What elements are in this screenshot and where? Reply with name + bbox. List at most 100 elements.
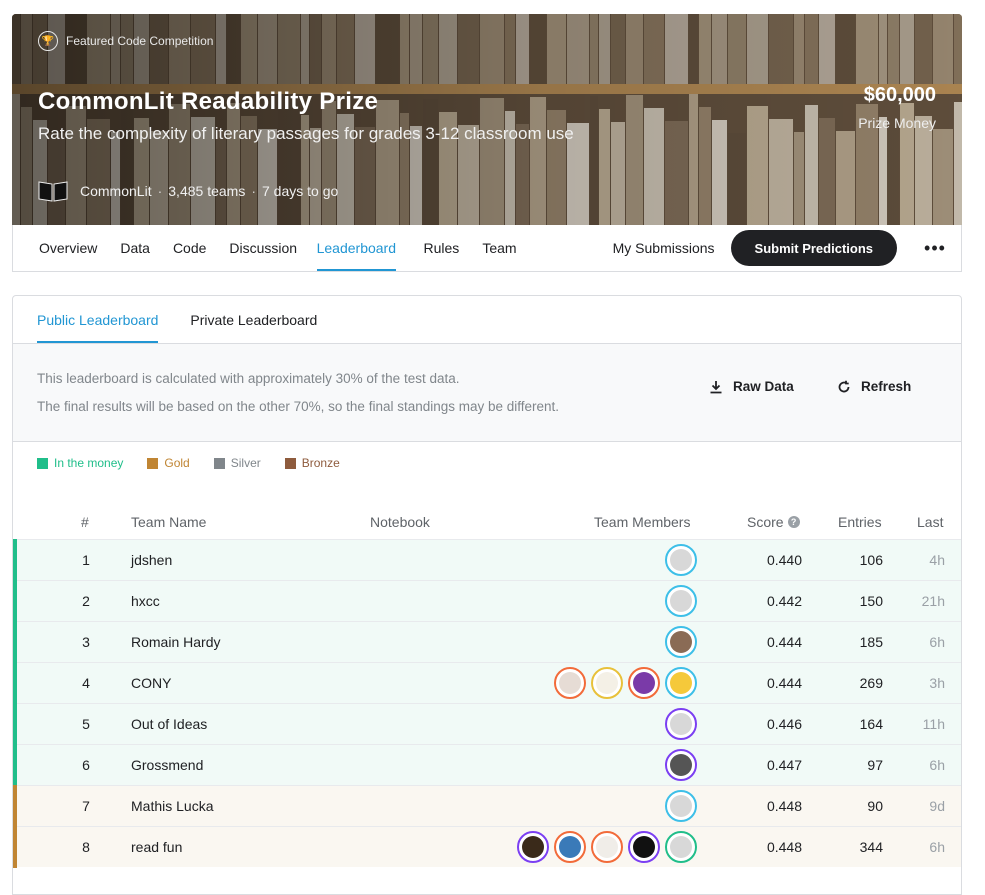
team-name-cell[interactable]: CONY xyxy=(131,675,171,691)
avatar[interactable] xyxy=(517,831,549,863)
rank-cell: 5 xyxy=(82,716,90,732)
avatar[interactable] xyxy=(591,831,623,863)
last-cell: 6h xyxy=(929,634,945,650)
avatar[interactable] xyxy=(554,831,586,863)
my-submissions-link[interactable]: My Submissions xyxy=(613,240,715,256)
tab-code[interactable]: Code xyxy=(161,225,217,271)
col-entries[interactable]: Entries xyxy=(838,514,882,530)
team-name-cell[interactable]: Out of Ideas xyxy=(131,716,207,732)
team-members-cell xyxy=(665,585,697,617)
tab-team[interactable]: Team xyxy=(471,225,528,271)
raw-data-button[interactable]: Raw Data xyxy=(709,379,794,394)
rank-cell: 8 xyxy=(82,839,90,855)
entries-cell: 185 xyxy=(859,634,883,650)
tier-indicator xyxy=(13,826,17,868)
team-members-cell xyxy=(665,790,697,822)
team-name-cell[interactable]: hxcc xyxy=(131,593,160,609)
table-row[interactable]: 6 Grossmend 0.447 97 6h xyxy=(13,744,961,786)
tier-indicator xyxy=(13,580,17,622)
competition-meta: CommonLit · 3,485 teams · 7 days to go xyxy=(38,180,338,202)
medal-legend: In the money Gold Silver Bronze xyxy=(13,456,961,470)
table-row[interactable]: 8 read fun 0.448 344 6h xyxy=(13,826,961,868)
refresh-button[interactable]: Refresh xyxy=(837,379,911,394)
tab-overview[interactable]: Overview xyxy=(39,225,109,271)
competition-nav: Overview Data Code Discussion Leaderboard Rul… xyxy=(12,225,962,272)
score-cell: 0.446 xyxy=(766,716,802,732)
entries-cell: 97 xyxy=(867,757,883,773)
tier-indicator xyxy=(13,621,17,663)
avatar[interactable] xyxy=(554,667,586,699)
team-name-cell[interactable]: Romain Hardy xyxy=(131,634,220,650)
nav-tabs: Overview Data Code Discussion Leaderboard Rul… xyxy=(39,225,528,271)
tab-rules[interactable]: Rules xyxy=(412,225,471,271)
avatar[interactable] xyxy=(665,667,697,699)
tier-indicator xyxy=(13,744,17,786)
tab-discussion[interactable]: Discussion xyxy=(218,225,309,271)
info-line-1: This leaderboard is calculated with appr… xyxy=(37,371,460,386)
rank-cell: 4 xyxy=(82,675,90,691)
col-team-members: Team Members xyxy=(594,514,691,530)
leaderboard-tabs: Public Leaderboard Private Leaderboard xyxy=(13,296,961,343)
team-members-cell xyxy=(665,544,697,576)
table-row[interactable]: 1 jdshen 0.440 106 4h xyxy=(13,539,961,581)
info-line-2: The final results will be based on the o… xyxy=(37,399,560,414)
rank-cell: 1 xyxy=(82,552,90,568)
host-name[interactable]: CommonLit xyxy=(80,183,152,199)
col-last[interactable]: Last xyxy=(917,514,943,530)
team-name-cell[interactable]: Mathis Lucka xyxy=(131,798,213,814)
col-team-name[interactable]: Team Name xyxy=(131,514,206,530)
last-cell: 9d xyxy=(929,798,945,814)
avatar[interactable] xyxy=(665,585,697,617)
score-cell: 0.442 xyxy=(766,593,802,609)
entries-cell: 164 xyxy=(859,716,883,732)
submit-predictions-button[interactable]: Submit Predictions xyxy=(730,230,897,266)
table-row[interactable]: 2 hxcc 0.442 150 21h xyxy=(13,580,961,622)
deadline: 7 days to go xyxy=(262,183,339,199)
last-cell: 6h xyxy=(929,757,945,773)
avatar[interactable] xyxy=(591,667,623,699)
leaderboard-rows: 1 jdshen 0.440 106 4h 2 hxcc 0.442 150 2… xyxy=(13,539,961,868)
team-members-cell xyxy=(517,831,697,863)
avatar[interactable] xyxy=(665,790,697,822)
leaderboard-panel: Public Leaderboard Private Leaderboard Th… xyxy=(12,295,962,895)
competition-header: 🏆 Featured Code Competition CommonLit Re… xyxy=(12,14,962,225)
team-name-cell[interactable]: Grossmend xyxy=(131,757,203,773)
team-name-cell[interactable]: jdshen xyxy=(131,552,172,568)
tab-leaderboard[interactable]: Leaderboard xyxy=(316,225,397,271)
table-row[interactable]: 7 Mathis Lucka 0.448 90 9d xyxy=(13,785,961,827)
tab-private-leaderboard[interactable]: Private Leaderboard xyxy=(190,296,317,343)
avatar[interactable] xyxy=(665,626,697,658)
help-icon[interactable]: ? xyxy=(787,516,800,528)
table-row[interactable]: 5 Out of Ideas 0.446 164 11h xyxy=(13,703,961,745)
rank-cell: 6 xyxy=(82,757,90,773)
legend-gold: Gold xyxy=(147,456,190,470)
tab-public-leaderboard[interactable]: Public Leaderboard xyxy=(37,296,159,343)
col-notebook: Notebook xyxy=(370,514,430,530)
competition-subtitle: Rate the complexity of literary passages… xyxy=(38,124,574,143)
legend-in-the-money: In the money xyxy=(37,456,123,470)
open-book-icon xyxy=(38,181,68,202)
table-row[interactable]: 4 CONY 0.444 269 3h xyxy=(13,662,961,704)
competition-title: CommonLit Readability Prize xyxy=(38,88,379,115)
last-cell: 4h xyxy=(929,552,945,568)
refresh-icon xyxy=(838,380,850,392)
avatar[interactable] xyxy=(628,667,660,699)
col-rank: # xyxy=(81,514,89,530)
avatar[interactable] xyxy=(665,544,697,576)
entries-cell: 90 xyxy=(867,798,883,814)
avatar[interactable] xyxy=(665,708,697,740)
more-options-icon[interactable]: ••• xyxy=(923,238,947,259)
entries-cell: 344 xyxy=(859,839,883,855)
avatar[interactable] xyxy=(665,831,697,863)
rank-cell: 2 xyxy=(82,593,90,609)
team-name-cell[interactable]: read fun xyxy=(131,839,182,855)
download-icon xyxy=(710,380,722,393)
tab-data[interactable]: Data xyxy=(109,225,162,271)
last-cell: 11h xyxy=(922,716,945,732)
legend-swatch xyxy=(284,457,296,469)
avatar[interactable] xyxy=(628,831,660,863)
col-score[interactable]: Score ? xyxy=(747,514,800,530)
prize-info: $60,000 Prize Money xyxy=(858,84,936,131)
avatar[interactable] xyxy=(665,749,697,781)
table-row[interactable]: 3 Romain Hardy 0.444 185 6h xyxy=(13,621,961,663)
